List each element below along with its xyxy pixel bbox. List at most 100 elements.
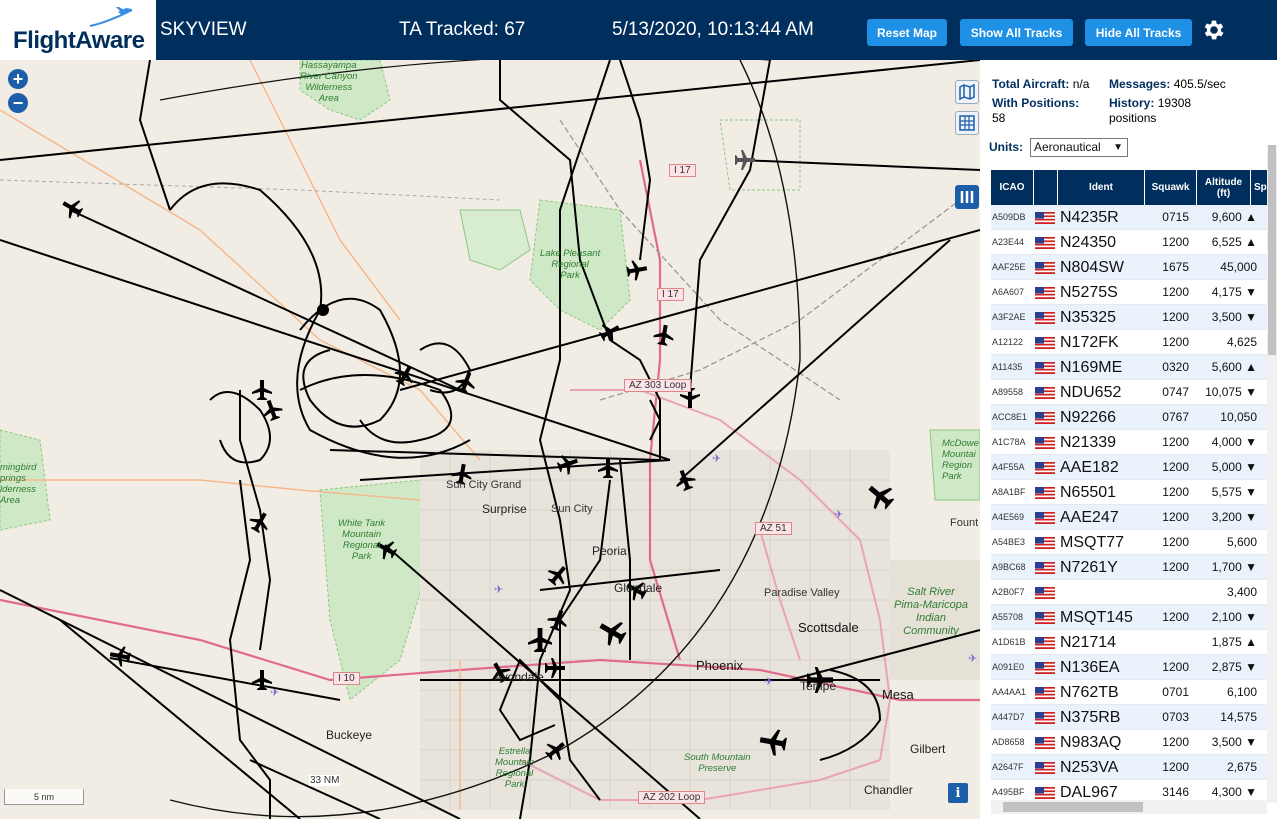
gear-icon[interactable] bbox=[1201, 17, 1227, 43]
us-flag-icon bbox=[1035, 262, 1055, 274]
altitude-cell: 9,600 ▲ bbox=[1211, 210, 1257, 224]
tracked-count: TA Tracked: 67 bbox=[399, 19, 526, 40]
altitude-cell: 45,000 bbox=[1220, 260, 1257, 274]
table-row[interactable]: A12122 N172FK 1200 4,625 bbox=[991, 330, 1269, 355]
scrollbar-thumb[interactable] bbox=[1268, 145, 1276, 355]
zoom-out-button[interactable]: − bbox=[8, 93, 28, 113]
us-flag-icon bbox=[1035, 537, 1055, 549]
col-icao[interactable]: ICAO bbox=[991, 170, 1034, 205]
grid-toggle-button[interactable] bbox=[955, 111, 979, 135]
squawk-cell: 1200 bbox=[1162, 610, 1189, 624]
table-row[interactable]: A509DB N4235R 0715 9,600 ▲ bbox=[991, 205, 1269, 230]
us-flag-icon bbox=[1035, 362, 1055, 374]
altitude-cell: 4,300 ▼ bbox=[1211, 785, 1257, 799]
zoom-in-button[interactable]: + bbox=[8, 69, 28, 89]
current-datetime: 5/13/2020, 10:13:44 AM bbox=[612, 19, 814, 40]
table-vertical-scrollbar[interactable] bbox=[1267, 145, 1277, 803]
table-row[interactable]: AAF25E N804SW 1675 45,000 bbox=[991, 255, 1269, 280]
scrollbar-thumb[interactable] bbox=[1003, 802, 1143, 812]
table-row[interactable]: A9BC68 N7261Y 1200 1,700 ▼ bbox=[991, 555, 1269, 580]
us-flag-icon bbox=[1035, 712, 1055, 724]
table-row[interactable]: A23E44 N24350 1200 6,525 ▲ bbox=[991, 230, 1269, 255]
range-ring-label: 33 NM bbox=[309, 775, 341, 786]
us-flag-icon bbox=[1035, 337, 1055, 349]
us-flag-icon bbox=[1035, 762, 1055, 774]
map-canvas[interactable]: ✈ ✈ ✈ ✈ ✈ ✈ bbox=[0, 60, 980, 819]
table-row[interactable]: A8A1BF N65501 1200 5,575 ▼ bbox=[991, 480, 1269, 505]
table-row[interactable]: A3F2AE N35325 1200 3,500 ▼ bbox=[991, 305, 1269, 330]
table-row[interactable]: A6A607 N5275S 1200 4,175 ▼ bbox=[991, 280, 1269, 305]
ident-cell: N804SW bbox=[1060, 259, 1125, 276]
us-flag-icon bbox=[1035, 662, 1055, 674]
info-button[interactable]: i bbox=[948, 783, 968, 803]
table-row[interactable]: A4F55A AAE182 1200 5,000 ▼ bbox=[991, 455, 1269, 480]
altitude-cell: 10,075 ▼ bbox=[1205, 385, 1257, 399]
city-label: Sun City bbox=[551, 503, 593, 515]
icao-cell: A2B0F7 bbox=[992, 587, 1025, 597]
col-flag[interactable] bbox=[1034, 170, 1058, 205]
city-label: Gilbert bbox=[910, 742, 946, 756]
table-row[interactable]: A091E0 N136EA 1200 2,875 ▼ bbox=[991, 655, 1269, 680]
table-row[interactable]: A1D61B N21714 1,875 ▲ bbox=[991, 630, 1269, 655]
squawk-cell: 1200 bbox=[1162, 235, 1189, 249]
table-row[interactable]: A55708 MSQT145 1200 2,100 ▼ bbox=[991, 605, 1269, 630]
icao-cell: A12122 bbox=[992, 337, 1024, 347]
city-label: Fount bbox=[950, 517, 979, 529]
altitude-cell: 4,000 ▼ bbox=[1211, 435, 1257, 449]
table-row[interactable]: A89558 NDU652 0747 10,075 ▼ bbox=[991, 380, 1269, 405]
table-row[interactable]: ACC8E1 N92266 0767 10,050 bbox=[991, 405, 1269, 430]
map-view[interactable]: ✈ ✈ ✈ ✈ ✈ ✈ Hassayampa River Canyon Wilderne… bbox=[0, 60, 980, 819]
icao-cell: AD8658 bbox=[992, 737, 1025, 747]
table-row[interactable]: A2B0F7 3,400 bbox=[991, 580, 1269, 605]
col-ident[interactable]: Ident bbox=[1058, 170, 1145, 205]
icao-cell: ACC8E1 bbox=[992, 412, 1028, 422]
aircraft-table: ICAO Ident Squawk Altitude (ft) Sp A509D… bbox=[991, 170, 1269, 800]
table-row[interactable]: A495BF DAL967 3146 4,300 ▼ bbox=[991, 780, 1269, 800]
table-row[interactable]: A2647F N253VA 1200 2,675 bbox=[991, 755, 1269, 780]
table-row[interactable]: AD8658 N983AQ 1200 3,500 ▼ bbox=[991, 730, 1269, 755]
total-aircraft-stat: Total Aircraft: n/a bbox=[992, 77, 1090, 91]
us-flag-icon bbox=[1035, 387, 1055, 399]
panel-toggle-button[interactable] bbox=[955, 185, 979, 209]
col-squawk[interactable]: Squawk bbox=[1145, 170, 1197, 205]
squawk-cell: 0747 bbox=[1162, 385, 1189, 399]
columns-icon bbox=[960, 191, 974, 203]
squawk-cell: 1200 bbox=[1162, 510, 1189, 524]
altitude-cell: 5,000 ▼ bbox=[1211, 460, 1257, 474]
table-row[interactable]: AA4AA1 N762TB 0701 6,100 bbox=[991, 680, 1269, 705]
us-flag-icon bbox=[1035, 612, 1055, 624]
flightaware-logo[interactable]: FlightAware bbox=[0, 0, 156, 60]
icao-cell: A1D61B bbox=[992, 637, 1026, 647]
units-select[interactable]: Aeronautical ▼ bbox=[1030, 138, 1128, 157]
svg-text:✈: ✈ bbox=[712, 453, 721, 465]
us-flag-icon bbox=[1035, 787, 1055, 799]
table-row[interactable]: A447D7 N375RB 0703 14,575 bbox=[991, 705, 1269, 730]
ident-cell: N169ME bbox=[1060, 359, 1123, 376]
show-all-tracks-button[interactable]: Show All Tracks bbox=[960, 19, 1073, 46]
table-horizontal-scrollbar[interactable] bbox=[991, 800, 1267, 814]
receiver-location-marker bbox=[317, 304, 329, 316]
icao-cell: A4E569 bbox=[992, 512, 1025, 522]
table-row[interactable]: A11435 N169ME 0320 5,600 ▲ bbox=[991, 355, 1269, 380]
ident-cell: AAE182 bbox=[1060, 459, 1119, 476]
squawk-cell: 1200 bbox=[1162, 660, 1189, 674]
app-title: SKYVIEW bbox=[160, 19, 247, 40]
table-row[interactable]: A1C78A N21339 1200 4,000 ▼ bbox=[991, 430, 1269, 455]
table-row[interactable]: A4E569 AAE247 1200 3,200 ▼ bbox=[991, 505, 1269, 530]
ident-cell: N5275S bbox=[1060, 284, 1118, 301]
top-header: FlightAware SKYVIEW TA Tracked: 67 5/13/… bbox=[0, 0, 1277, 60]
hide-all-tracks-button[interactable]: Hide All Tracks bbox=[1085, 19, 1192, 46]
park-label: Estrella Mountain Regional Park bbox=[495, 746, 535, 790]
icao-cell: A8A1BF bbox=[992, 487, 1026, 497]
ident-cell: N92266 bbox=[1060, 409, 1117, 426]
us-flag-icon bbox=[1035, 512, 1055, 524]
city-label: Peoria bbox=[592, 544, 627, 558]
squawk-cell: 0701 bbox=[1162, 685, 1189, 699]
map-layers-button[interactable] bbox=[955, 80, 979, 104]
table-row[interactable]: A54BE3 MSQT77 1200 5,600 bbox=[991, 530, 1269, 555]
city-label: Buckeye bbox=[326, 728, 373, 742]
col-altitude[interactable]: Altitude (ft) bbox=[1197, 170, 1251, 205]
us-flag-icon bbox=[1035, 312, 1055, 324]
highway-shield: AZ 51 bbox=[755, 522, 792, 535]
reset-map-button[interactable]: Reset Map bbox=[867, 19, 947, 46]
